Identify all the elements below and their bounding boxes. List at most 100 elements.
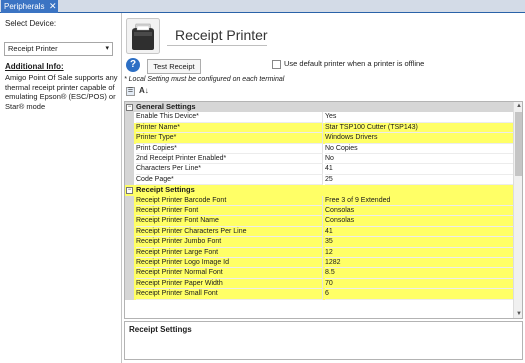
scroll-thumb[interactable] <box>515 112 522 176</box>
row-gutter <box>125 122 134 134</box>
row-gutter <box>125 206 134 217</box>
chevron-down-icon: ▾ <box>105 45 109 52</box>
row-gutter <box>125 278 134 290</box>
property-value[interactable]: 70 <box>325 278 513 290</box>
test-receipt-button[interactable]: Test Receipt <box>147 59 201 74</box>
property-name: Enable This Device* <box>136 112 323 123</box>
receipt-printer-icon <box>126 18 160 54</box>
property-value[interactable]: No Copies <box>325 144 513 154</box>
property-name: Printer Name* <box>136 122 323 134</box>
property-value[interactable]: 41 <box>325 226 513 238</box>
property-row[interactable]: Print Copies* No Copies <box>125 143 513 154</box>
alphabetical-sort-icon[interactable]: A↓ <box>139 86 149 95</box>
property-row[interactable]: Receipt Printer Normal Font 8.5 <box>125 268 513 279</box>
left-pane: Select Device: Receipt Printer ▾ Additio… <box>0 13 121 363</box>
property-row[interactable]: Receipt Printer Characters Per Line 41 <box>125 226 513 238</box>
scroll-down-icon[interactable]: ▼ <box>516 311 522 317</box>
property-value[interactable]: 25 <box>325 175 513 186</box>
property-value[interactable]: 35 <box>325 237 513 248</box>
property-name: Receipt Printer Logo Image Id <box>136 258 323 269</box>
property-value[interactable]: Yes <box>325 112 513 123</box>
property-value[interactable]: Consolas <box>325 216 513 227</box>
title-divider <box>167 45 267 46</box>
additional-info-text: Amigo Point Of Sale supports any thermal… <box>5 73 118 111</box>
property-name: Characters Per Line* <box>136 164 323 175</box>
property-name: Printer Type* <box>136 133 323 144</box>
collapse-icon[interactable]: − <box>126 187 133 195</box>
close-icon[interactable]: ✕ <box>49 0 57 13</box>
property-name: Receipt Printer Barcode Font <box>136 195 323 206</box>
row-gutter <box>125 216 134 227</box>
property-value[interactable]: Free 3 of 9 Extended <box>325 195 513 206</box>
device-select[interactable]: Receipt Printer ▾ <box>4 42 113 56</box>
property-row[interactable]: Receipt Printer Paper Width 70 <box>125 278 513 290</box>
property-name: Receipt Printer Jumbo Font <box>136 237 323 248</box>
tab-label: Peripherals <box>4 2 45 11</box>
row-gutter <box>125 268 134 279</box>
page-title: Receipt Printer <box>175 27 268 43</box>
local-setting-note: * Local Setting must be configured on ea… <box>124 76 285 83</box>
property-value[interactable]: Consolas <box>325 206 513 217</box>
row-gutter <box>125 226 134 238</box>
row-gutter <box>125 133 134 144</box>
property-grid: − General Settings Enable This Device* Yes P… <box>124 101 523 319</box>
row-gutter <box>125 237 134 248</box>
property-row[interactable]: Code Page* 25 <box>125 174 513 186</box>
row-gutter <box>125 143 134 154</box>
property-value[interactable]: 1282 <box>325 258 513 269</box>
property-row[interactable]: Characters Per Line* 41 <box>125 164 513 175</box>
collapse-icon[interactable]: − <box>126 104 133 111</box>
row-gutter <box>125 112 134 123</box>
property-value[interactable]: 6 <box>325 289 513 300</box>
property-value[interactable]: 8.5 <box>325 268 513 279</box>
property-row[interactable]: Printer Type* Windows Drivers <box>125 133 513 144</box>
property-row[interactable]: Receipt Printer Small Font 6 <box>125 289 513 300</box>
additional-info-title: Additional Info: <box>5 62 64 71</box>
pane-divider <box>121 13 122 363</box>
category-header[interactable]: − General Settings <box>125 102 513 113</box>
property-row[interactable]: Receipt Printer Jumbo Font 35 <box>125 237 513 248</box>
property-name: Receipt Printer Font <box>136 206 323 217</box>
property-name: Receipt Printer Paper Width <box>136 278 323 290</box>
property-row[interactable]: Receipt Printer Font Name Consolas <box>125 216 513 227</box>
grid-scrollbar[interactable]: ▲ ▼ <box>513 102 522 318</box>
property-value[interactable]: Star TSP100 Cutter (TSP143) <box>325 122 513 134</box>
row-gutter <box>125 258 134 269</box>
categorized-icon[interactable]: ☰ <box>126 87 135 96</box>
row-gutter <box>125 154 134 165</box>
property-value[interactable]: 41 <box>325 164 513 175</box>
tab-strip: Peripherals ✕ <box>0 0 525 13</box>
default-printer-checkbox[interactable] <box>272 60 281 69</box>
row-gutter <box>125 289 134 300</box>
description-title: Receipt Settings <box>129 325 192 334</box>
property-row[interactable]: Enable This Device* Yes <box>125 112 513 123</box>
property-name: Receipt Printer Characters Per Line <box>136 226 323 238</box>
category-label: Receipt Settings <box>136 185 195 195</box>
property-value[interactable]: 12 <box>325 247 513 258</box>
row-gutter <box>125 195 134 206</box>
property-row[interactable]: Printer Name* Star TSP100 Cutter (TSP143) <box>125 122 513 134</box>
scroll-up-icon[interactable]: ▲ <box>516 103 522 109</box>
description-panel: Receipt Settings <box>124 321 523 360</box>
property-name: Receipt Printer Small Font <box>136 289 323 300</box>
property-name: Print Copies* <box>136 143 323 154</box>
property-name: 2nd Receipt Printer Enabled* <box>136 154 323 165</box>
default-printer-label: Use default printer when a printer is of… <box>284 59 425 68</box>
category-header[interactable]: − Receipt Settings <box>125 185 513 196</box>
property-row[interactable]: Receipt Printer Large Font 12 <box>125 247 513 258</box>
help-icon[interactable]: ? <box>126 58 140 72</box>
property-row[interactable]: Receipt Printer Font Consolas <box>125 206 513 217</box>
property-name: Receipt Printer Normal Font <box>136 268 323 279</box>
row-gutter <box>125 174 134 186</box>
select-device-label: Select Device: <box>5 19 57 28</box>
row-gutter <box>125 247 134 258</box>
property-row[interactable]: 2nd Receipt Printer Enabled* No <box>125 154 513 165</box>
property-value[interactable]: No <box>325 154 513 165</box>
property-row[interactable]: Receipt Printer Logo Image Id 1282 <box>125 258 513 269</box>
property-value[interactable]: Windows Drivers <box>325 133 513 144</box>
grid-toolbar: ☰ A↓ <box>124 85 224 98</box>
property-name: Receipt Printer Font Name <box>136 216 323 227</box>
property-name: Code Page* <box>136 174 323 186</box>
tab-peripherals[interactable]: Peripherals ✕ <box>1 0 58 13</box>
property-row[interactable]: Receipt Printer Barcode Font Free 3 of 9 … <box>125 195 513 206</box>
